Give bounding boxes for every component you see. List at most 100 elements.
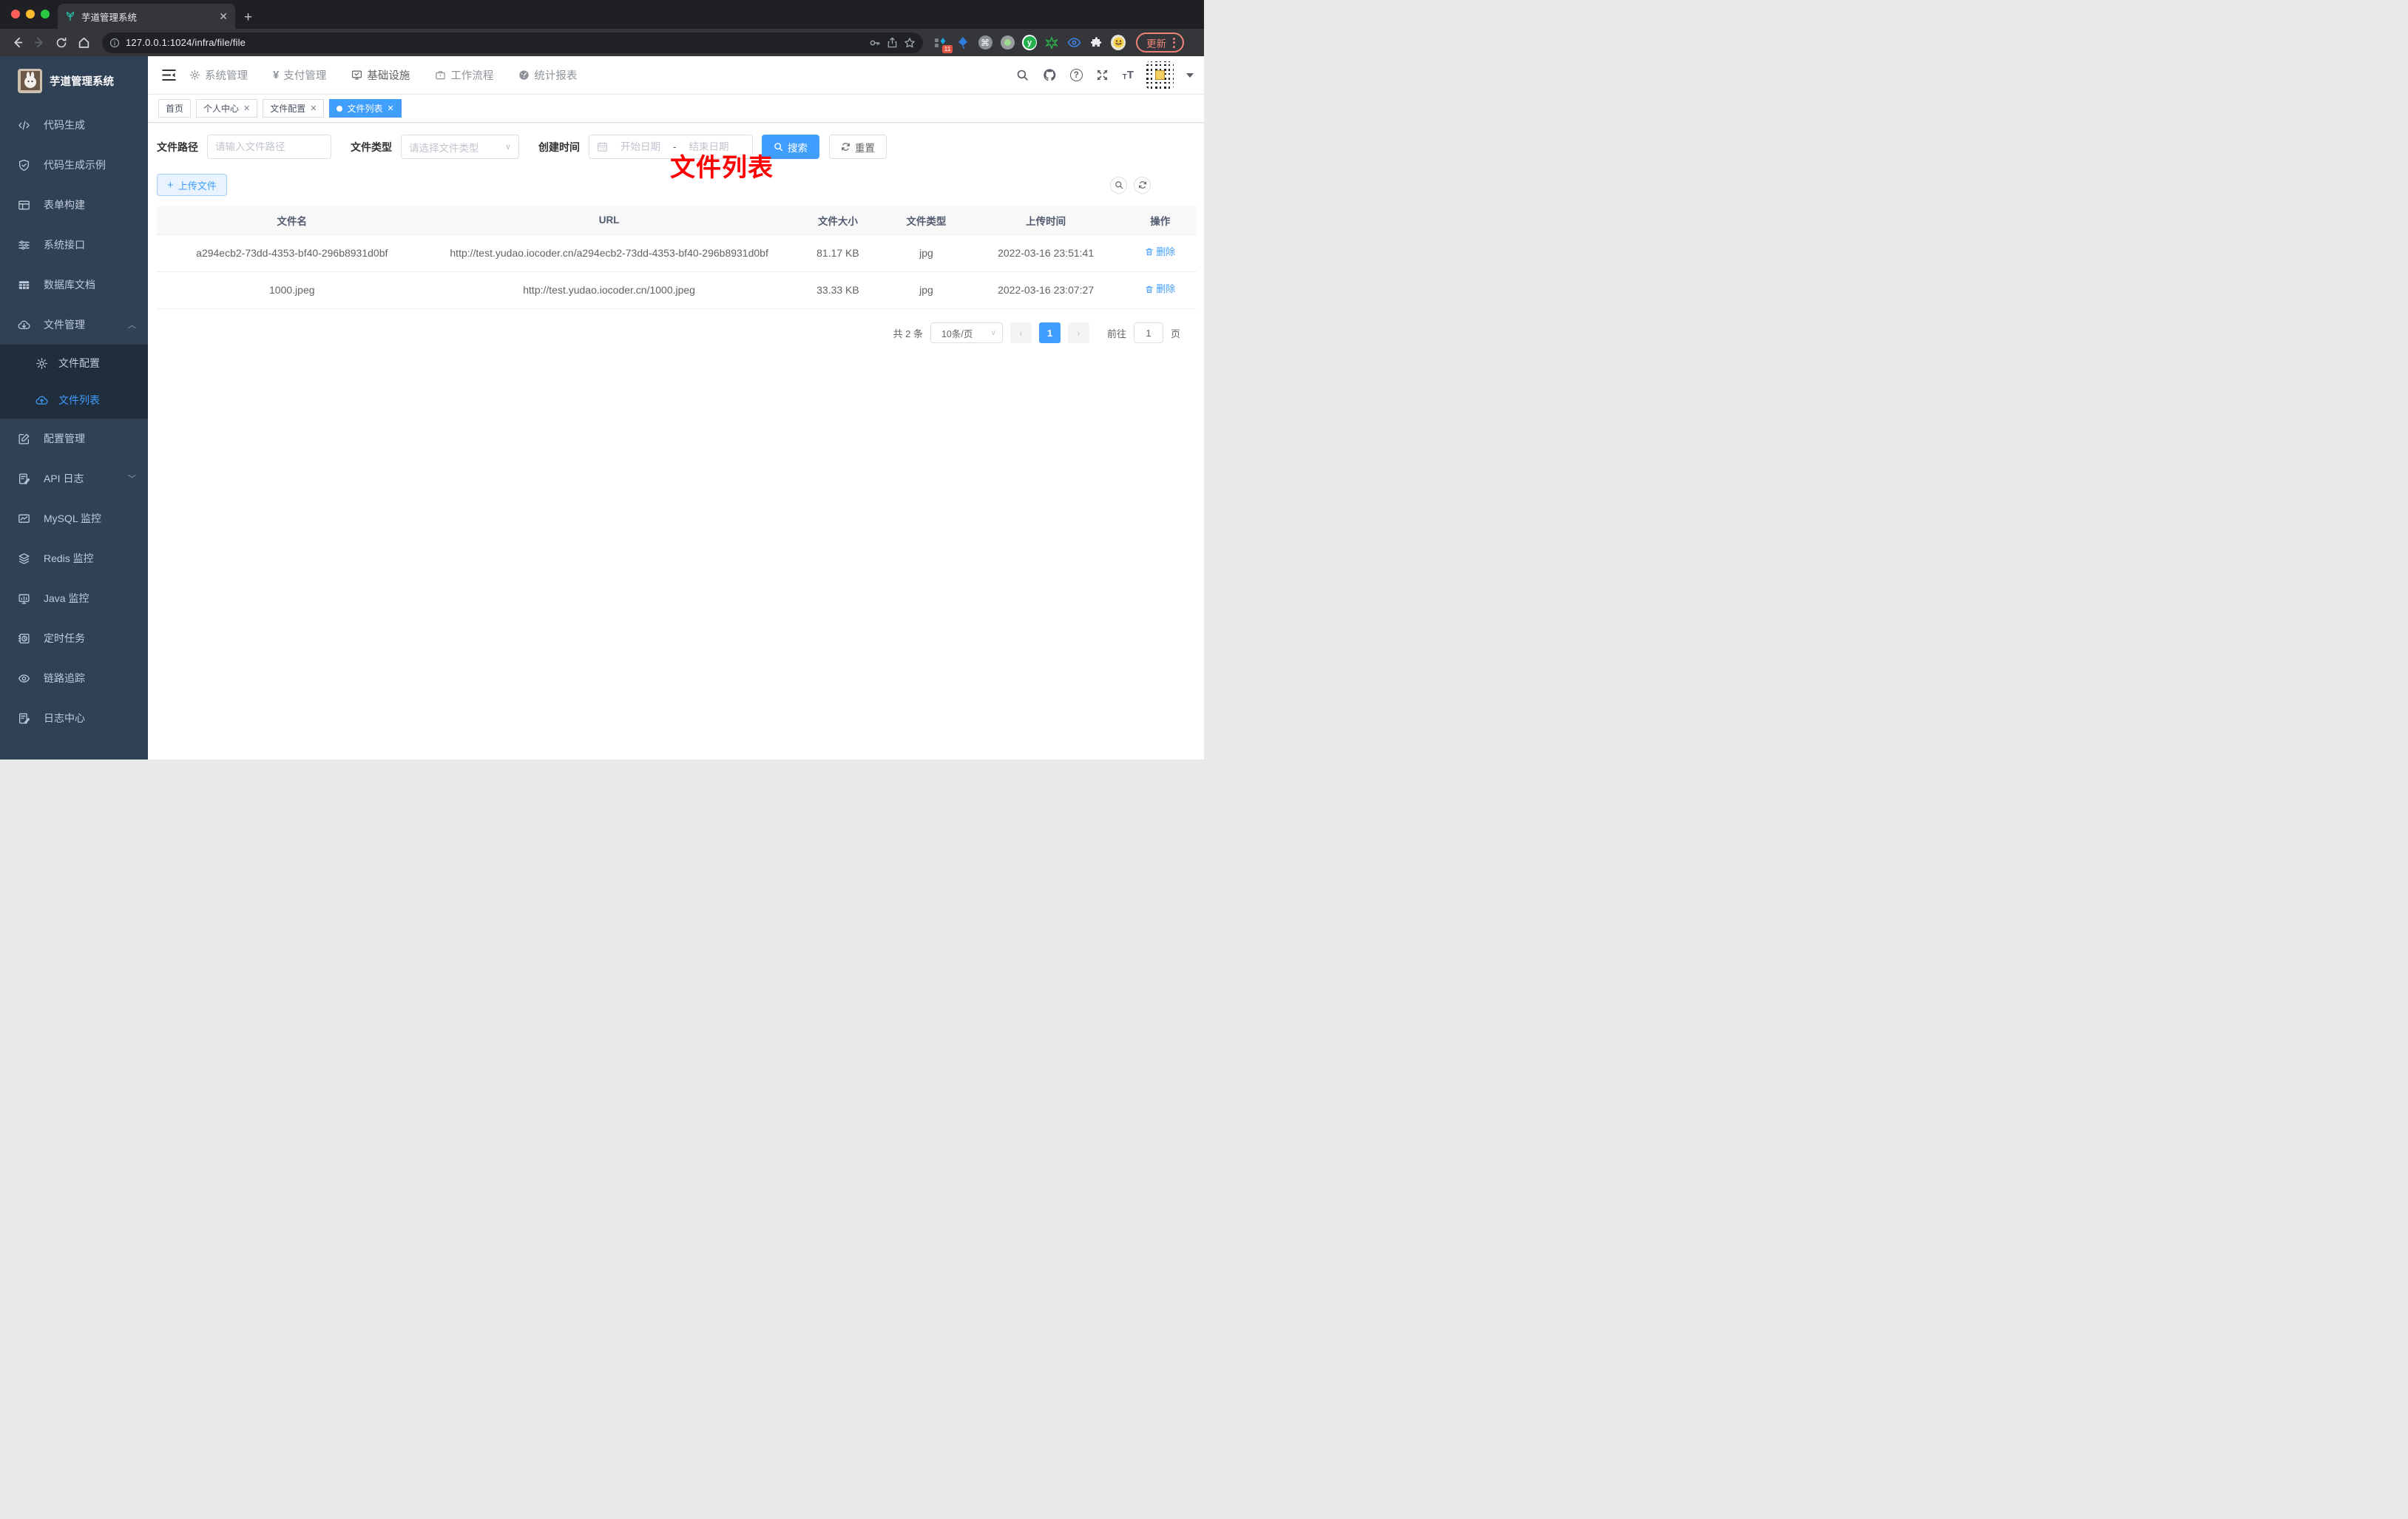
- extensions-puzzle-icon[interactable]: [1089, 35, 1103, 50]
- refresh-table-icon[interactable]: [1134, 176, 1151, 194]
- next-page-button[interactable]: ›: [1067, 322, 1089, 344]
- nav-workflow[interactable]: 工作流程: [435, 67, 493, 83]
- dashboard-icon: [519, 70, 530, 80]
- extension-star-icon[interactable]: [1044, 35, 1059, 50]
- sidebar-item-file-management[interactable]: 文件管理 ︿: [0, 305, 148, 345]
- sidebar-item-config-management[interactable]: 配置管理: [0, 419, 148, 459]
- sliders-icon: [18, 240, 30, 250]
- schedule-icon: [18, 633, 30, 643]
- close-icon[interactable]: ✕: [310, 104, 317, 113]
- goto-page-input[interactable]: [1133, 322, 1163, 344]
- sidebar-item-code-gen[interactable]: 代码生成: [0, 105, 148, 145]
- help-icon[interactable]: ?: [1069, 69, 1083, 81]
- fullscreen-icon[interactable]: [1095, 68, 1110, 83]
- sidebar-item-api-log[interactable]: API 日志 ﹀: [0, 459, 148, 498]
- sidebar-item-java-monitor[interactable]: Java 监控: [0, 578, 148, 618]
- tab-close-icon[interactable]: ✕: [219, 10, 228, 23]
- page-number-button[interactable]: 1: [1038, 322, 1061, 344]
- bookmark-star-icon[interactable]: [904, 37, 916, 49]
- extension-emoji-icon[interactable]: [1111, 35, 1126, 50]
- prev-page-button[interactable]: ‹: [1009, 322, 1032, 344]
- browser-tab-strip: 芋道管理系统 ✕ +: [0, 0, 1204, 29]
- user-avatar-qr[interactable]: [1146, 61, 1174, 89]
- cell-url: http://test.yudao.iocoder.cn/1000.jpeg: [427, 271, 791, 310]
- start-date-input[interactable]: [614, 141, 667, 152]
- search-icon[interactable]: [1015, 68, 1030, 83]
- sidebar-item-log-center[interactable]: 日志中心: [0, 698, 148, 738]
- sidebar-item-db-doc[interactable]: 数据库文档: [0, 265, 148, 305]
- nav-system-management[interactable]: 系统管理: [189, 67, 248, 83]
- file-path-input[interactable]: [215, 141, 323, 152]
- nav-infrastructure[interactable]: 基础设施: [351, 67, 410, 83]
- user-menu-caret-icon[interactable]: [1186, 72, 1194, 78]
- extension-tampermonkey-icon[interactable]: 11: [933, 35, 953, 53]
- page-size-select[interactable]: 10条/页 ∨: [930, 322, 1003, 344]
- sidebar-item-scheduled-tasks[interactable]: 定时任务: [0, 618, 148, 658]
- close-window-button[interactable]: [11, 10, 20, 18]
- password-key-icon[interactable]: [869, 37, 881, 49]
- browser-tab[interactable]: 芋道管理系统 ✕: [58, 4, 235, 29]
- app-title: 芋道管理系统: [50, 75, 114, 88]
- upload-file-button[interactable]: + 上传文件: [157, 174, 227, 196]
- tab-title: 芋道管理系统: [81, 12, 138, 23]
- cell-file-type: jpg: [885, 271, 968, 310]
- cell-url: http://test.yudao.iocoder.cn/a294ecb2-73…: [427, 234, 791, 272]
- font-size-icon[interactable]: TT: [1123, 69, 1134, 81]
- extension-y-icon[interactable]: y: [1022, 35, 1037, 50]
- minimize-window-button[interactable]: [26, 10, 35, 18]
- sidebar-item-form-builder[interactable]: 表单构建: [0, 185, 148, 225]
- browser-menu-kebab-icon: [1173, 37, 1175, 48]
- reset-button[interactable]: 重置: [829, 135, 887, 159]
- sidebar-item-code-gen-demo[interactable]: 代码生成示例: [0, 145, 148, 185]
- plus-icon: +: [167, 178, 174, 192]
- close-icon[interactable]: ✕: [243, 104, 250, 113]
- pagination: 共 2 条 10条/页 ∨ ‹ 1 › 前往 页: [157, 322, 1180, 344]
- nav-statistics-report[interactable]: 统计报表: [518, 67, 577, 83]
- github-icon[interactable]: [1043, 68, 1058, 83]
- delete-button[interactable]: 删除: [1145, 282, 1175, 297]
- extension-eye-icon[interactable]: [1066, 35, 1081, 50]
- collapse-sidebar-icon[interactable]: [158, 65, 179, 86]
- delete-button[interactable]: 删除: [1145, 245, 1175, 260]
- forward-icon[interactable]: [30, 33, 49, 53]
- extension-kite-icon[interactable]: [956, 35, 970, 50]
- col-actions: 操作: [1123, 206, 1197, 235]
- browser-toolbar: 127.0.0.1:1024/infra/file/file 11 ⌘ y 更新: [0, 29, 1204, 56]
- zoom-window-button[interactable]: [41, 10, 50, 18]
- briefcase-icon: [436, 71, 446, 80]
- code-icon: [18, 121, 30, 129]
- address-bar[interactable]: 127.0.0.1:1024/infra/file/file: [102, 32, 923, 53]
- home-icon[interactable]: [74, 33, 93, 53]
- extension-command-icon[interactable]: ⌘: [978, 35, 992, 50]
- sidebar-item-mysql-monitor[interactable]: MySQL 监控: [0, 498, 148, 538]
- share-icon[interactable]: [887, 37, 898, 48]
- new-tab-button[interactable]: +: [244, 10, 252, 24]
- file-type-label: 文件类型: [351, 141, 392, 153]
- yen-icon: ¥: [273, 69, 280, 81]
- file-type-select[interactable]: 请选择文件类型 ∨: [401, 135, 519, 159]
- sidebar-item-system-api[interactable]: 系统接口: [0, 225, 148, 265]
- extension-recorder-icon[interactable]: [1000, 35, 1015, 50]
- tag-home[interactable]: 首页: [158, 99, 192, 118]
- tab-favicon-icon: [65, 11, 75, 21]
- cell-file-type: jpg: [885, 234, 968, 272]
- close-icon[interactable]: ✕: [388, 104, 394, 113]
- shield-check-icon: [19, 159, 29, 171]
- sidebar-item-redis-monitor[interactable]: Redis 监控: [0, 538, 148, 578]
- sidebar-item-tracing[interactable]: 链路追踪: [0, 658, 148, 698]
- tag-file-list[interactable]: 文件列表 ✕: [329, 99, 402, 118]
- sidebar-item-file-list[interactable]: 文件列表: [0, 382, 148, 419]
- tags-view-bar: 首页 个人中心 ✕ 文件配置 ✕ 文件列表 ✕: [148, 95, 1204, 123]
- chrome-update-menu[interactable]: 更新: [1136, 33, 1184, 53]
- reload-icon[interactable]: [52, 33, 71, 53]
- tag-profile[interactable]: 个人中心 ✕: [196, 99, 258, 118]
- extension-badge: 11: [942, 45, 953, 53]
- col-url: URL: [427, 206, 791, 235]
- back-icon[interactable]: [7, 33, 27, 53]
- tag-file-config[interactable]: 文件配置 ✕: [263, 99, 325, 118]
- toggle-search-icon[interactable]: [1110, 176, 1127, 194]
- site-info-icon[interactable]: [109, 38, 120, 48]
- cloud-upload-icon: [35, 396, 48, 405]
- sidebar-item-file-config[interactable]: 文件配置: [0, 345, 148, 382]
- nav-payment-management[interactable]: ¥ 支付管理: [273, 67, 326, 83]
